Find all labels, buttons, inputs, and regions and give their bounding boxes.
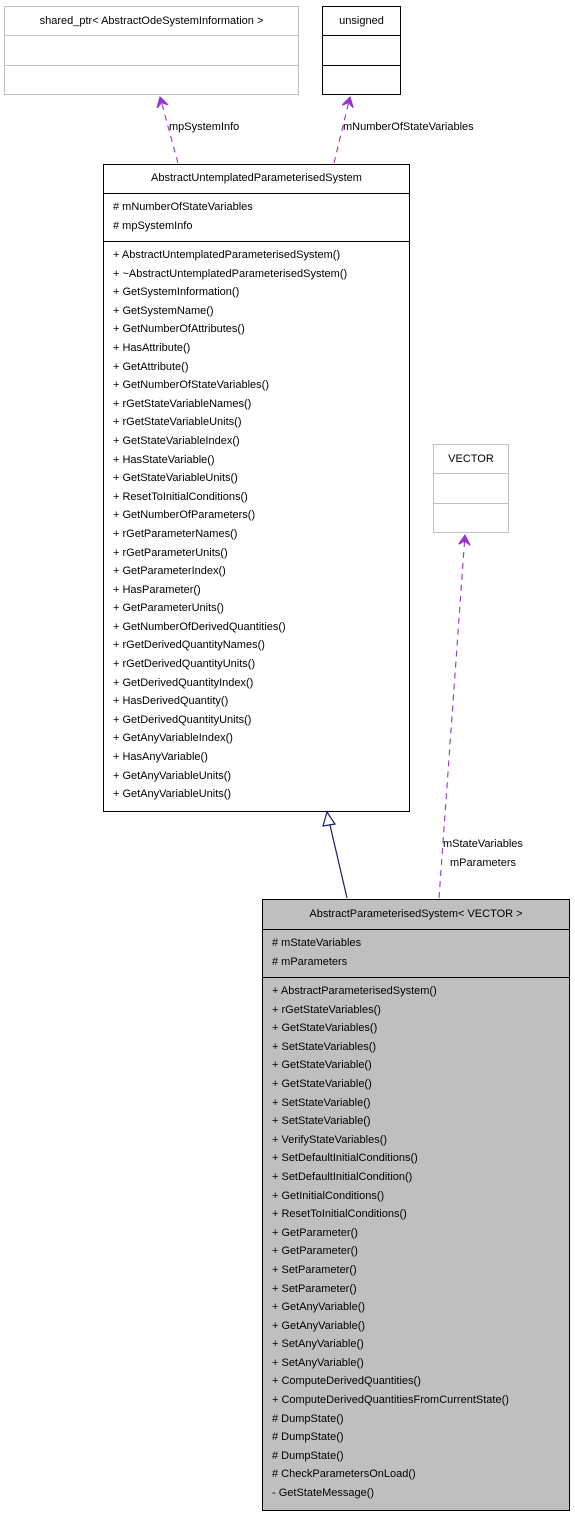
method-item[interactable]: + SetAnyVariable() [272, 1335, 569, 1354]
class-abstract-untemplated-parameterised-system[interactable]: AbstractUntemplatedParameterisedSystem #… [103, 164, 410, 812]
class-title: VECTOR [434, 445, 508, 474]
method-item[interactable]: + GetNumberOfAttributes() [113, 320, 409, 339]
method-item[interactable]: + HasAttribute() [113, 339, 409, 358]
method-item[interactable]: + rGetDerivedQuantityUnits() [113, 655, 409, 674]
method-item[interactable]: + GetParameter() [272, 1224, 569, 1243]
method-item[interactable]: + GetNumberOfDerivedQuantities() [113, 618, 409, 637]
method-item[interactable]: + GetSystemInformation() [113, 283, 409, 302]
method-item[interactable]: + rGetDerivedQuantityNames() [113, 636, 409, 655]
class-title: AbstractUntemplatedParameterisedSystem [104, 165, 409, 194]
method-item[interactable]: + ComputeDerivedQuantitiesFromCurrentSta… [272, 1391, 569, 1410]
class-title: shared_ptr< AbstractOdeSystemInformation… [5, 7, 298, 36]
method-item[interactable]: + HasDerivedQuantity() [113, 692, 409, 711]
attribute-item[interactable]: # mNumberOfStateVariables [113, 198, 409, 217]
method-item[interactable]: + SetDefaultInitialConditions() [272, 1149, 569, 1168]
methods-section [434, 504, 508, 532]
class-shared-ptr[interactable]: shared_ptr< AbstractOdeSystemInformation… [4, 6, 299, 95]
method-item[interactable]: + AbstractUntemplatedParameterisedSystem… [113, 246, 409, 265]
edge-label-mpSystemInfo: mpSystemInfo [169, 121, 240, 133]
method-item[interactable]: + GetDerivedQuantityUnits() [113, 711, 409, 730]
class-title: unsigned [323, 7, 400, 36]
method-item[interactable]: + GetAnyVariableUnits() [113, 785, 409, 804]
methods-section: + AbstractParameterisedSystem() + rGetSta… [263, 978, 569, 1509]
method-item[interactable]: + GetNumberOfParameters() [113, 506, 409, 525]
attributes-section: # mNumberOfStateVariables # mpSystemInfo [104, 194, 409, 242]
edge-label-mParameters: mParameters [450, 857, 517, 869]
method-item[interactable]: + GetDerivedQuantityIndex() [113, 674, 409, 693]
method-item[interactable]: + GetStateVariable() [272, 1075, 569, 1094]
method-item[interactable]: + SetDefaultInitialCondition() [272, 1168, 569, 1187]
class-abstract-parameterised-system[interactable]: AbstractParameterisedSystem< VECTOR > # … [262, 899, 570, 1511]
methods-section [5, 66, 298, 94]
class-vector[interactable]: VECTOR [433, 444, 509, 533]
method-item[interactable]: + GetParameter() [272, 1242, 569, 1261]
method-item[interactable]: + SetStateVariable() [272, 1112, 569, 1131]
method-item[interactable]: + SetParameter() [272, 1261, 569, 1280]
class-unsigned[interactable]: unsigned [322, 6, 401, 95]
method-item[interactable]: + GetParameterUnits() [113, 599, 409, 618]
methods-section [323, 66, 400, 93]
attributes-section [434, 474, 508, 504]
method-item[interactable]: + GetInitialConditions() [272, 1187, 569, 1206]
method-item[interactable]: + rGetParameterUnits() [113, 544, 409, 563]
method-item[interactable]: + HasParameter() [113, 581, 409, 600]
method-item[interactable]: + GetSystemName() [113, 302, 409, 321]
method-item[interactable]: + GetStateVariableUnits() [113, 469, 409, 488]
method-item[interactable]: + ResetToInitialConditions() [272, 1205, 569, 1224]
method-item[interactable]: + GetAnyVariable() [272, 1298, 569, 1317]
method-item[interactable]: + rGetStateVariables() [272, 1001, 569, 1020]
method-item[interactable]: + SetAnyVariable() [272, 1354, 569, 1373]
methods-section: + AbstractUntemplatedParameterisedSystem… [104, 242, 409, 810]
method-item[interactable]: + rGetStateVariableNames() [113, 395, 409, 414]
class-title: AbstractParameterisedSystem< VECTOR > [263, 900, 569, 930]
method-item[interactable]: + SetStateVariable() [272, 1094, 569, 1113]
method-item[interactable]: + rGetStateVariableUnits() [113, 413, 409, 432]
attributes-section: # mStateVariables # mParameters [263, 930, 569, 978]
edge-inheritance [329, 824, 348, 899]
attribute-item[interactable]: # mStateVariables [272, 934, 569, 953]
attribute-item[interactable]: # mpSystemInfo [113, 217, 409, 236]
method-item[interactable]: + SetParameter() [272, 1280, 569, 1299]
method-item[interactable]: + GetStateVariable() [272, 1056, 569, 1075]
method-item[interactable]: + AbstractParameterisedSystem() [272, 982, 569, 1001]
attributes-section [323, 36, 400, 66]
method-item[interactable]: + ~AbstractUntemplatedParameterisedSyste… [113, 265, 409, 284]
method-item[interactable]: + rGetParameterNames() [113, 525, 409, 544]
method-item[interactable]: + GetNumberOfStateVariables() [113, 376, 409, 395]
method-item[interactable]: + VerifyStateVariables() [272, 1131, 569, 1150]
edge-label-mStateVariables: mStateVariables [443, 838, 523, 850]
attributes-section [5, 36, 298, 66]
edge-label-mNumberOfStateVariables: mNumberOfStateVariables [343, 121, 474, 133]
method-item[interactable]: + GetAnyVariable() [272, 1317, 569, 1336]
method-item[interactable]: - GetStateMessage() [272, 1484, 569, 1503]
method-item[interactable]: + GetStateVariableIndex() [113, 432, 409, 451]
method-item[interactable]: + SetStateVariables() [272, 1038, 569, 1057]
method-item[interactable]: + HasStateVariable() [113, 451, 409, 470]
method-item[interactable]: # DumpState() [272, 1447, 569, 1466]
attribute-item[interactable]: # mParameters [272, 953, 569, 972]
method-item[interactable]: # CheckParametersOnLoad() [272, 1465, 569, 1484]
method-item[interactable]: # DumpState() [272, 1428, 569, 1447]
method-item[interactable]: # DumpState() [272, 1410, 569, 1429]
method-item[interactable]: + GetAnyVariableIndex() [113, 729, 409, 748]
method-item[interactable]: + GetAnyVariableUnits() [113, 767, 409, 786]
method-item[interactable]: + ResetToInitialConditions() [113, 488, 409, 507]
method-item[interactable]: + GetStateVariables() [272, 1019, 569, 1038]
method-item[interactable]: + ComputeDerivedQuantities() [272, 1372, 569, 1391]
method-item[interactable]: + GetParameterIndex() [113, 562, 409, 581]
method-item[interactable]: + HasAnyVariable() [113, 748, 409, 767]
method-item[interactable]: + GetAttribute() [113, 358, 409, 377]
inheritance-arrowhead-icon [322, 810, 337, 827]
